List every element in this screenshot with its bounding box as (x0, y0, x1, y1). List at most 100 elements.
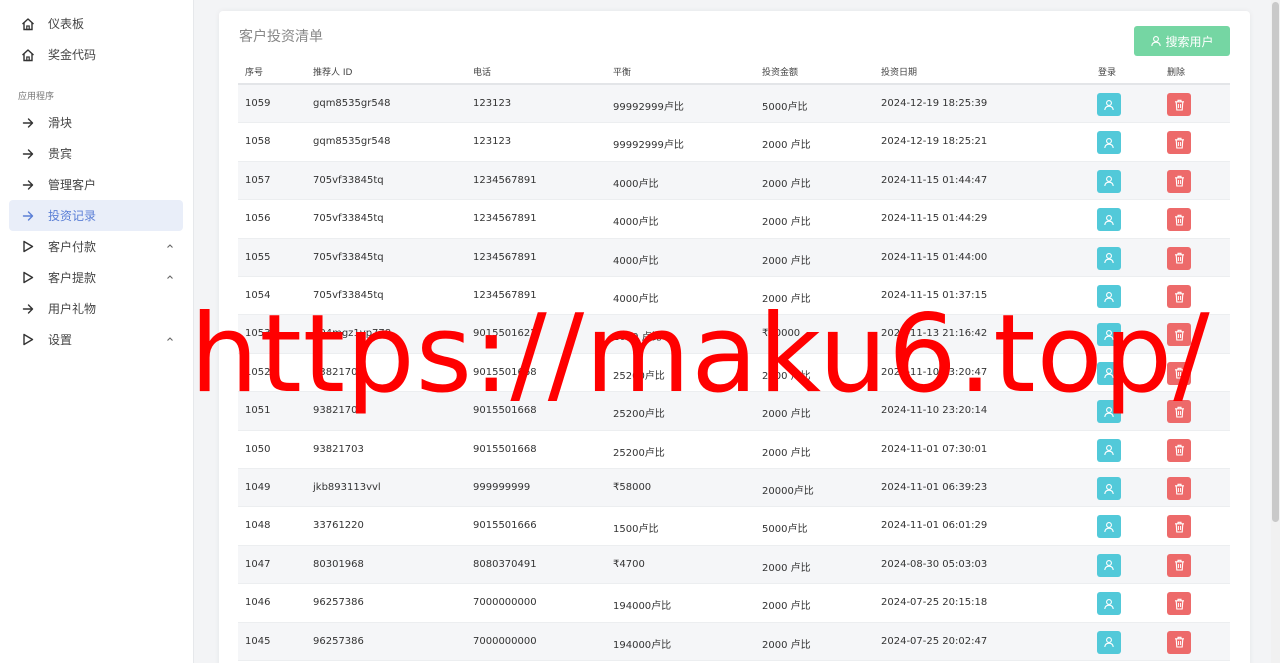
user-icon (1103, 175, 1115, 187)
delete-button[interactable] (1167, 169, 1191, 193)
sidebar-top-item-1[interactable]: 奖金代码 (9, 39, 183, 70)
user-icon (1103, 521, 1115, 533)
sidebar-app-item-6[interactable]: 用户礼物 (9, 293, 183, 324)
delete-button[interactable] (1167, 361, 1191, 385)
arrow-right-icon (19, 145, 37, 163)
header-login: 登录 (1098, 68, 1117, 78)
user-icon (1103, 367, 1115, 379)
page-scrollbar[interactable] (1271, 0, 1280, 663)
chevron-up-icon[interactable] (165, 333, 175, 343)
header-balance: 平衡 (613, 68, 632, 78)
arrow-right-icon (19, 176, 37, 194)
table-row: 1054 705vf33845tq 1234567891 4000卢比 2000 卢比 2… (238, 277, 1230, 316)
delete-button[interactable] (1167, 438, 1191, 462)
cell-investment-date: 2024-11-01 07:30:01 (881, 443, 988, 455)
sidebar-top-item-0[interactable]: 仪表板 (9, 8, 183, 39)
cell-investment-amount: 2000 卢比 (762, 447, 811, 459)
sidebar-item-label: 奖金代码 (48, 48, 97, 62)
arrow-right-icon (19, 114, 37, 132)
sidebar-app-item-3[interactable]: 投资记录 (9, 200, 183, 231)
investment-list-card: 客户投资清单 搜索用户 序号 推荐人 ID 电话 平衡 投资金额 投资日期 登录… (219, 11, 1250, 663)
sidebar-app-item-7[interactable]: 设置 (9, 324, 183, 355)
trash-icon (1174, 329, 1185, 341)
delete-button[interactable] (1167, 400, 1191, 424)
delete-button[interactable] (1167, 131, 1191, 155)
cell-referrer-id: 705vf33845tq (313, 290, 384, 301)
cell-referrer-id: 96257386 (313, 635, 364, 647)
cell-referrer-id: 93821703 (313, 366, 364, 378)
delete-button[interactable] (1167, 630, 1191, 654)
login-as-user-button[interactable] (1097, 400, 1121, 424)
cell-investment-amount: 2000 卢比 (762, 562, 811, 574)
login-as-user-button[interactable] (1097, 323, 1121, 347)
delete-button[interactable] (1167, 592, 1191, 616)
chevron-up-icon[interactable] (165, 240, 175, 250)
cell-referrer-id: 705vf33845tq (313, 251, 384, 263)
sidebar-app-item-5[interactable]: 客户提款 (9, 262, 183, 293)
delete-button[interactable] (1167, 93, 1191, 116)
login-as-user-button[interactable] (1097, 131, 1121, 155)
cell-id: 1059 (245, 98, 271, 109)
cell-referrer-id: 705vf33845tq (313, 213, 384, 225)
cell-id: 1045 (245, 635, 271, 647)
login-as-user-button[interactable] (1097, 208, 1121, 232)
cell-investment-date: 2024-11-15 01:44:29 (881, 213, 988, 225)
delete-button[interactable] (1167, 323, 1191, 347)
table-header: 序号 推荐人 ID 电话 平衡 投资金额 投资日期 登录 删除 (238, 59, 1230, 85)
table-row: 1051 93821703 9015501668 25200卢比 2000 卢比 2024… (238, 392, 1230, 431)
table-row: 1056 705vf33845tq 1234567891 4000卢比 2000 卢比 2… (238, 200, 1230, 239)
user-icon (1103, 406, 1115, 418)
search-user-label: 搜索用户 (1165, 34, 1214, 49)
table-row: 1053 804mgz1vp778 9015501622 2000 卢比 ₹10000 2… (238, 315, 1230, 354)
user-icon (1103, 636, 1115, 648)
login-as-user-button[interactable] (1097, 438, 1121, 462)
login-as-user-button[interactable] (1097, 477, 1121, 500)
trash-icon (1174, 214, 1185, 226)
search-user-button[interactable]: 搜索用户 (1134, 26, 1230, 56)
cell-referrer-id: 80301968 (313, 558, 364, 570)
trash-icon (1174, 406, 1185, 418)
login-as-user-button[interactable] (1097, 630, 1121, 654)
user-icon (1103, 99, 1115, 111)
login-as-user-button[interactable] (1097, 169, 1121, 193)
delete-button[interactable] (1167, 246, 1191, 270)
cell-referrer-id: 96257386 (313, 597, 364, 609)
cell-id: 1051 (245, 405, 271, 417)
delete-button[interactable] (1167, 285, 1191, 308)
cell-referrer-id: 705vf33845tq (313, 174, 384, 186)
cell-phone: 9015501668 (473, 443, 537, 455)
cell-id: 1055 (245, 251, 271, 263)
sidebar-app-item-0[interactable]: 滑块 (9, 107, 183, 138)
cell-balance: 25200卢比 (613, 447, 665, 459)
trash-icon (1174, 137, 1185, 149)
cell-balance: 2000 卢比 (613, 332, 662, 344)
cell-investment-amount: 2000 卢比 (762, 370, 811, 382)
cell-phone: 1234567891 (473, 174, 537, 186)
login-as-user-button[interactable] (1097, 93, 1121, 116)
cell-investment-amount: 2000 卢比 (762, 601, 811, 613)
cell-id: 1049 (245, 482, 271, 493)
user-icon (1103, 214, 1115, 226)
user-icon (1151, 36, 1162, 47)
sidebar-app-item-2[interactable]: 管理客户 (9, 169, 183, 200)
cell-investment-amount: 5000卢比 (762, 102, 808, 113)
cell-balance: 4000卢比 (613, 217, 659, 229)
sidebar-app-item-4[interactable]: 客户付款 (9, 231, 183, 262)
login-as-user-button[interactable] (1097, 361, 1121, 385)
sidebar-app-item-1[interactable]: 贵宾 (9, 138, 183, 169)
table-row: 1052 93821703 9015501668 25200卢比 2000 卢比 2024… (238, 354, 1230, 393)
delete-button[interactable] (1167, 477, 1191, 500)
cell-phone: 9015501666 (473, 520, 537, 532)
login-as-user-button[interactable] (1097, 515, 1121, 539)
delete-button[interactable] (1167, 553, 1191, 577)
delete-button[interactable] (1167, 515, 1191, 539)
chevron-up-icon[interactable] (165, 271, 175, 281)
login-as-user-button[interactable] (1097, 553, 1121, 577)
trash-icon (1174, 291, 1185, 303)
login-as-user-button[interactable] (1097, 285, 1121, 308)
login-as-user-button[interactable] (1097, 246, 1121, 270)
cell-investment-date: 2024-11-10 23:20:47 (881, 366, 988, 378)
delete-button[interactable] (1167, 208, 1191, 232)
login-as-user-button[interactable] (1097, 592, 1121, 616)
scrollbar-thumb[interactable] (1272, 2, 1279, 522)
